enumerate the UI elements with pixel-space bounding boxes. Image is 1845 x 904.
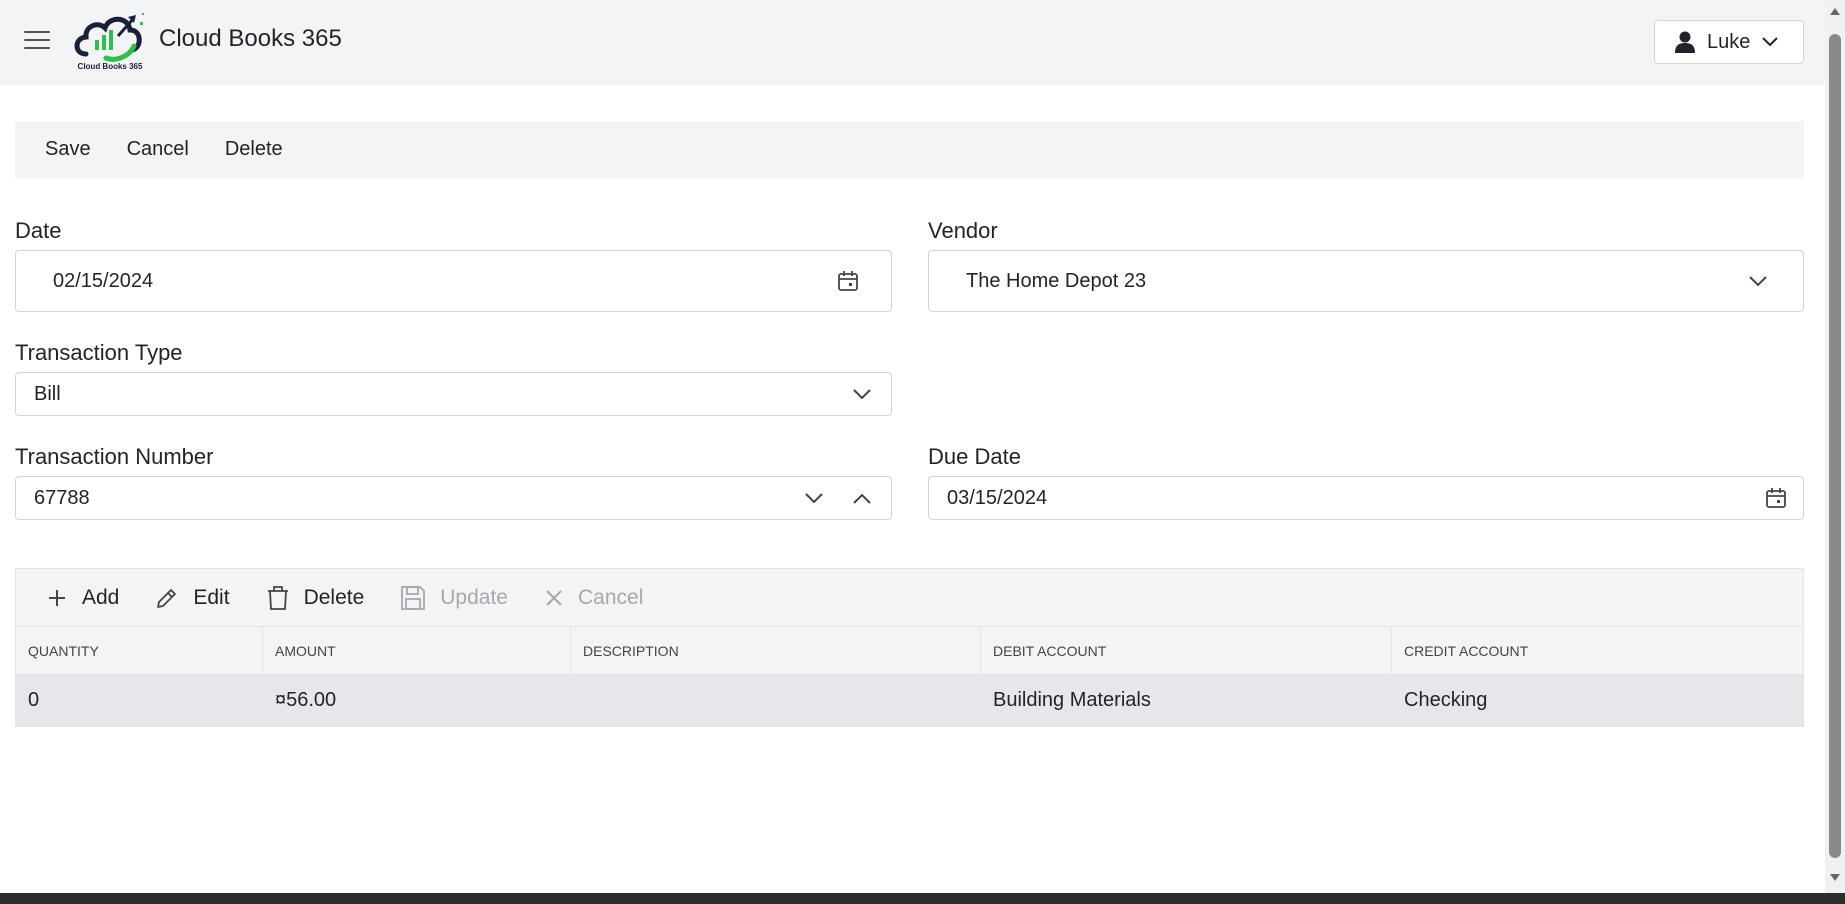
- grid-cancel-label: Cancel: [577, 585, 644, 609]
- calendar-icon[interactable]: [837, 270, 859, 292]
- transaction-number-value: 67788: [34, 486, 90, 509]
- transaction-type-dropdown[interactable]: Bill: [15, 372, 892, 416]
- due-date-value: 03/15/2024: [947, 486, 1048, 509]
- page-scrollbar[interactable]: [1825, 0, 1845, 893]
- calendar-icon[interactable]: [1765, 487, 1787, 509]
- pencil-icon: [157, 588, 177, 608]
- hamburger-menu-icon[interactable]: [24, 31, 50, 53]
- line-items-grid: Add Edit Delete Update Cancel QUANTITY A…: [15, 568, 1804, 727]
- cancel-button[interactable]: Cancel: [127, 138, 189, 161]
- chevron-down-icon[interactable]: [1749, 275, 1767, 287]
- grid-update-button[interactable]: Update: [400, 585, 508, 611]
- user-icon: [1675, 31, 1695, 53]
- date-label: Date: [15, 218, 62, 243]
- delete-button[interactable]: Delete: [225, 138, 283, 161]
- vendor-label: Vendor: [928, 218, 998, 243]
- date-value: 02/15/2024: [53, 269, 154, 292]
- date-field[interactable]: 02/15/2024: [15, 250, 892, 312]
- vendor-value: The Home Depot 23: [966, 269, 1147, 292]
- due-date-label: Due Date: [928, 444, 1021, 469]
- transaction-number-spinner[interactable]: 67788: [15, 476, 892, 520]
- grid-toolbar: Add Edit Delete Update Cancel: [16, 569, 1803, 627]
- column-header-amount[interactable]: AMOUNT: [263, 627, 571, 674]
- scroll-thumb[interactable]: [1829, 34, 1841, 858]
- chevron-down-icon[interactable]: [805, 492, 823, 504]
- chevron-down-icon[interactable]: [853, 388, 871, 400]
- transaction-type-label: Transaction Type: [15, 340, 183, 365]
- user-menu-button[interactable]: Luke: [1654, 20, 1804, 64]
- column-header-quantity[interactable]: QUANTITY: [16, 627, 263, 674]
- grid-add-button[interactable]: Add: [46, 586, 119, 610]
- table-row[interactable]: 0 ¤56.00 Building Materials Checking: [16, 675, 1803, 726]
- grid-update-label: Update: [440, 585, 508, 609]
- close-icon: [546, 589, 562, 606]
- app-header: Cloud Books 365 Cloud Books 365 Luke: [0, 0, 1825, 85]
- logo-text: Cloud Books 365: [77, 62, 143, 71]
- window-bottom-edge: [0, 893, 1845, 904]
- plus-icon: [49, 589, 65, 606]
- chevron-up-icon[interactable]: [853, 493, 871, 504]
- column-header-description[interactable]: DESCRIPTION: [571, 627, 981, 674]
- credit-account-cell[interactable]: Checking: [1392, 675, 1803, 726]
- grid-edit-label: Edit: [193, 585, 230, 609]
- grid-add-label: Add: [82, 585, 120, 609]
- user-name: Luke: [1707, 30, 1751, 53]
- grid-header: QUANTITY AMOUNT DESCRIPTION DEBIT ACCOUN…: [16, 627, 1803, 675]
- scroll-down-icon[interactable]: [1829, 873, 1841, 883]
- grid-edit-button[interactable]: Edit: [155, 585, 230, 610]
- transaction-number-label: Transaction Number: [15, 444, 214, 469]
- trash-icon: [267, 585, 288, 610]
- logo-graphic: [74, 13, 144, 62]
- app-title: Cloud Books 365: [159, 25, 342, 52]
- quantity-cell[interactable]: 0: [16, 675, 263, 726]
- form-toolbar: Save Cancel Delete: [15, 121, 1804, 178]
- grid-delete-label: Delete: [303, 585, 365, 609]
- chevron-down-icon: [1762, 37, 1779, 47]
- debit-account-cell[interactable]: Building Materials: [981, 675, 1392, 726]
- column-header-debit-account[interactable]: DEBIT ACCOUNT: [981, 627, 1392, 674]
- grid-cancel-button[interactable]: Cancel: [544, 586, 643, 610]
- app-logo[interactable]: Cloud Books 365: [72, 8, 148, 74]
- due-date-field[interactable]: 03/15/2024: [928, 476, 1804, 520]
- save-button[interactable]: Save: [45, 138, 91, 161]
- description-cell[interactable]: [571, 675, 981, 726]
- column-header-credit-account[interactable]: CREDIT ACCOUNT: [1392, 627, 1803, 674]
- scroll-up-icon[interactable]: [1829, 6, 1841, 16]
- grid-delete-button[interactable]: Delete: [266, 585, 365, 611]
- save-icon: [401, 585, 426, 610]
- transaction-type-value: Bill: [34, 382, 61, 405]
- vendor-dropdown[interactable]: The Home Depot 23: [928, 250, 1804, 312]
- amount-cell[interactable]: ¤56.00: [263, 675, 571, 726]
